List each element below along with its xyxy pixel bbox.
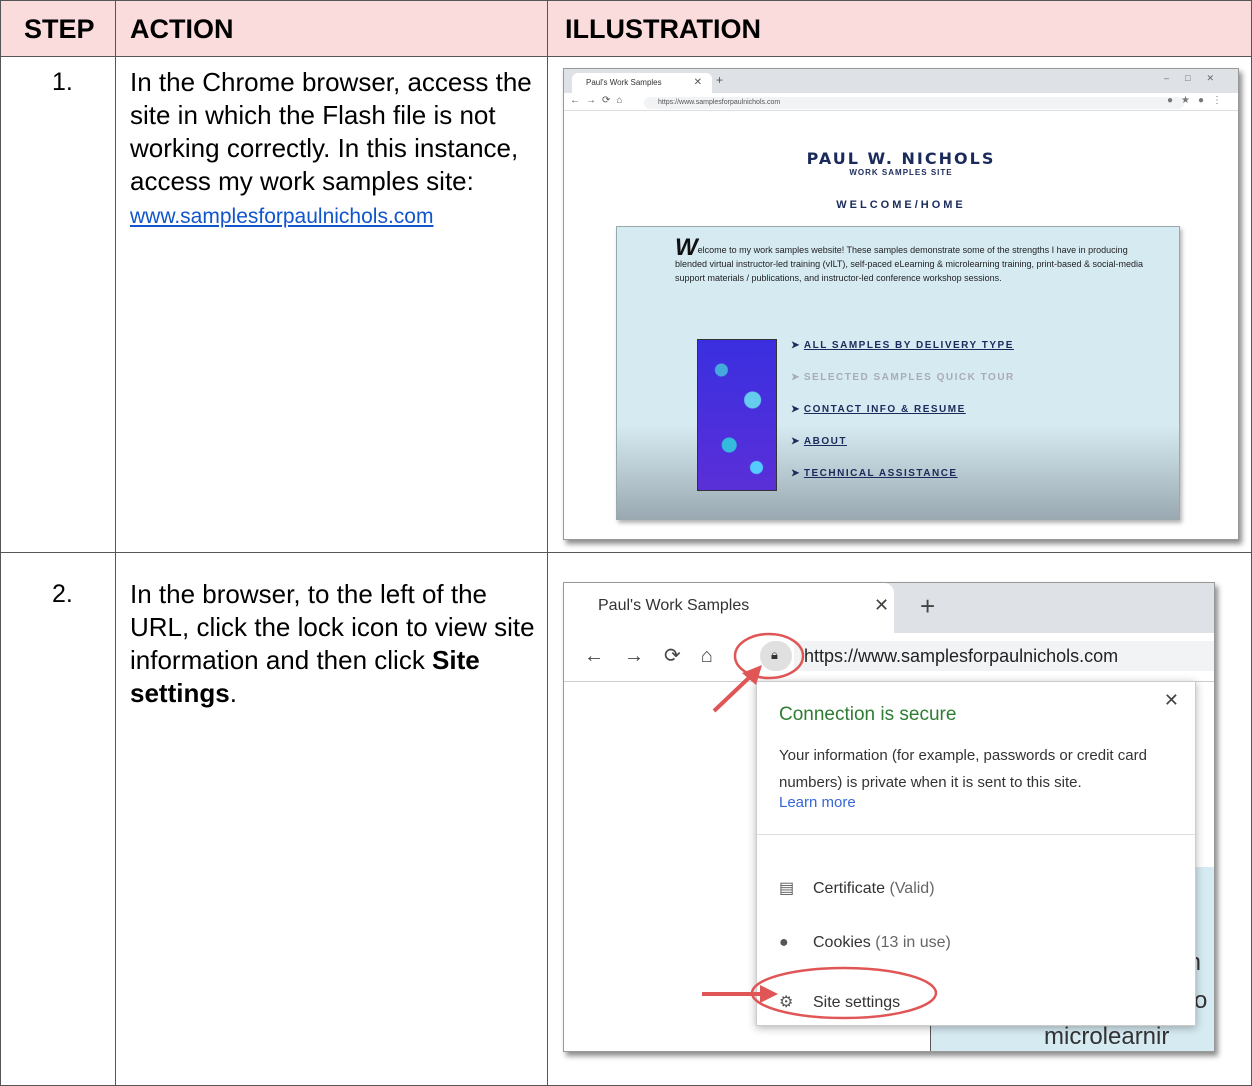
action-cell-2: In the browser, to the left of the URL, … [130, 579, 535, 708]
connection-info-text: Your information (for example, passwords… [779, 747, 1147, 791]
screenshot-1: Paul's Work Samples ✕ + –□✕ ←→⟳⌂ https:/… [563, 68, 1239, 540]
lock-icon[interactable]: 🔒︎ [771, 647, 778, 663]
chevron-right-icon: ➤ [791, 340, 801, 351]
intro-panel: Welcome to my work samples website! Thes… [616, 226, 1180, 520]
close-icon[interactable]: ✕ [1164, 690, 1179, 711]
chevron-right-icon: ➤ [791, 404, 801, 415]
nav-icons[interactable]: ←→⟳⌂ [584, 643, 733, 668]
link-all-samples[interactable]: ➤ ALL SAMPLES BY DELIVERY TYPE [791, 340, 1014, 351]
link-contact[interactable]: ➤ CONTACT INFO & RESUME [791, 404, 966, 415]
certificate-icon: ▤ [779, 880, 795, 897]
instructions-table: STEP ACTION ILLUSTRATION 1. In the Chrom… [0, 0, 1252, 1086]
intro-initial: W [675, 234, 698, 261]
step-number-2: 2. [52, 580, 73, 608]
window-controls[interactable]: –□✕ [1164, 73, 1230, 84]
new-tab-icon[interactable]: + [920, 591, 935, 622]
browser-tab[interactable]: Paul's Work Samples ✕ [564, 583, 894, 633]
connection-secure-label: Connection is secure [779, 704, 957, 725]
tab-title: Paul's Work Samples [586, 78, 662, 87]
decorative-image [697, 339, 777, 491]
tab-bar: Paul's Work Samples ✕ + –□✕ [564, 69, 1238, 93]
cookie-icon: ● [779, 934, 789, 951]
address-bar: ←→⟳⌂ https://www.samplesforpaulnichols.c… [564, 93, 1238, 111]
site-info-popup: ✕ Connection is secure Your information … [756, 681, 1196, 1026]
chevron-right-icon: ➤ [791, 436, 801, 447]
browser-tab[interactable]: Paul's Work Samples ✕ [572, 73, 712, 93]
url-field[interactable]: https://www.samplesforpaulnichols.com [644, 97, 1184, 109]
site-link[interactable]: www.samplesforpaulnichols.com [130, 205, 433, 228]
header-action: ACTION [130, 14, 234, 44]
step-number-1: 1. [52, 68, 73, 96]
site-title: PAUL W. NICHOLS [806, 149, 996, 168]
header-step: STEP [24, 14, 95, 44]
tab-title: Paul's Work Samples [598, 597, 750, 614]
url-field[interactable]: https://www.samplesforpaulnichols.com [804, 646, 1118, 667]
link-technical[interactable]: ➤ TECHNICAL ASSISTANCE [791, 468, 958, 479]
extension-icons[interactable]: ●★●⋮ [1167, 95, 1230, 106]
tab-close-icon[interactable]: ✕ [694, 77, 702, 88]
chevron-right-icon: ➤ [791, 468, 801, 479]
certificate-item[interactable]: ▤ Certificate (Valid) [779, 878, 935, 898]
site-subtitle: WORK SAMPLES SITE [849, 168, 953, 177]
arrow-to-lock [712, 671, 756, 713]
action-cell-1: In the Chrome browser, access the site i… [130, 66, 540, 233]
tab-bar: Paul's Work Samples ✕ + [564, 583, 1214, 633]
cookies-item[interactable]: ● Cookies (13 in use) [779, 934, 951, 952]
tab-close-icon[interactable]: ✕ [874, 595, 889, 616]
background-text: microlearnir [1044, 1023, 1170, 1050]
nav-icons[interactable]: ←→⟳⌂ [570, 95, 628, 106]
action-text-1: In the Chrome browser, access the site i… [130, 67, 532, 196]
intro-text: Welcome to my work samples website! Thes… [675, 234, 1144, 284]
screenshot-2: Paul's Work Samples ✕ + ←→⟳⌂ 🔒︎ https://… [563, 582, 1215, 1052]
gear-icon: ⚙ [779, 994, 794, 1011]
learn-more-link[interactable]: Learn more [779, 794, 856, 811]
site-settings-item[interactable]: ⚙ Site settings [779, 992, 900, 1012]
chevron-right-icon: ➤ [791, 372, 801, 383]
new-tab-icon[interactable]: + [716, 73, 723, 87]
header-illustration: ILLUSTRATION [565, 14, 761, 44]
welcome-heading: WELCOME/HOME [836, 199, 966, 211]
link-about[interactable]: ➤ ABOUT [791, 436, 847, 447]
link-quick-tour[interactable]: ➤ SELECTED SAMPLES QUICK TOUR [791, 372, 1015, 383]
